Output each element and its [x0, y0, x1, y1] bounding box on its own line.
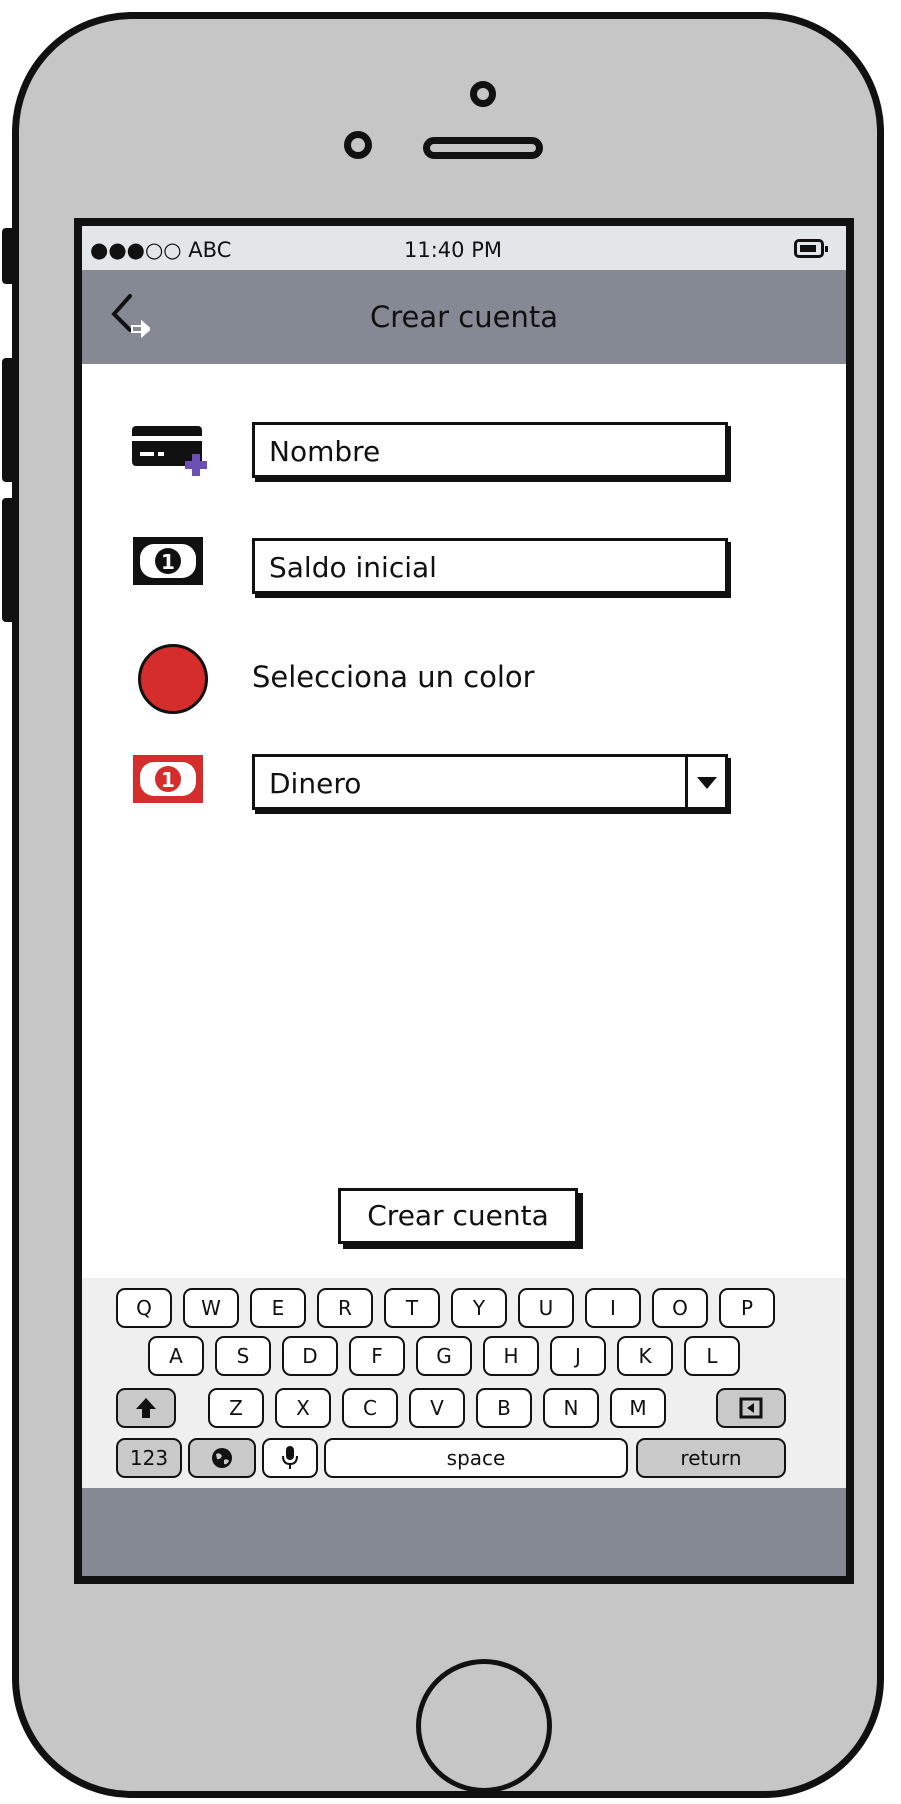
key-o[interactable]: O: [652, 1288, 708, 1328]
keyboard: QWERTYUIOP ASDFGHJKL ZXCVBNM 123 space r…: [82, 1278, 846, 1488]
return-key[interactable]: return: [636, 1438, 786, 1478]
key-e[interactable]: E: [250, 1288, 306, 1328]
key-t[interactable]: T: [384, 1288, 440, 1328]
key-w[interactable]: W: [183, 1288, 239, 1328]
shift-arrow-icon: [136, 1398, 156, 1418]
page-title: Crear cuenta: [370, 300, 558, 334]
key-g[interactable]: G: [416, 1336, 472, 1376]
color-picker-label: Selecciona un color: [252, 660, 535, 694]
backspace-icon: [739, 1397, 763, 1419]
nav-bar: Crear cuenta: [82, 270, 846, 364]
color-picker-swatch[interactable]: [138, 644, 208, 714]
key-y[interactable]: Y: [451, 1288, 507, 1328]
bottom-bar: [82, 1488, 846, 1576]
proximity-sensor: [344, 131, 372, 159]
backspace-key[interactable]: [716, 1388, 786, 1428]
volume-up-button: [2, 358, 16, 482]
currency-selected-value: Dinero: [269, 767, 362, 800]
key-n[interactable]: N: [543, 1388, 599, 1428]
mic-icon: [282, 1446, 298, 1469]
volume-down-button: [2, 498, 16, 622]
app-screen: ●●●○○ ABC 11:40 PM Crear cuenta Nombre 1…: [74, 218, 854, 1584]
clock: 11:40 PM: [404, 238, 502, 262]
dropdown-arrow-icon[interactable]: [685, 757, 725, 807]
key-h[interactable]: H: [483, 1336, 539, 1376]
key-s[interactable]: S: [215, 1336, 271, 1376]
initial-balance-placeholder: Saldo inicial: [269, 551, 437, 584]
carrier-label: ●●●○○ ABC: [90, 238, 232, 262]
account-name-placeholder: Nombre: [269, 435, 381, 468]
key-k[interactable]: K: [617, 1336, 673, 1376]
front-camera: [470, 81, 496, 107]
key-m[interactable]: M: [610, 1388, 666, 1428]
account-name-input[interactable]: Nombre: [252, 422, 728, 478]
credit-card-plus-icon: [132, 426, 207, 476]
create-account-button[interactable]: Crear cuenta: [338, 1188, 578, 1244]
key-a[interactable]: A: [148, 1336, 204, 1376]
currency-dropdown[interactable]: Dinero: [252, 754, 728, 810]
key-j[interactable]: J: [550, 1336, 606, 1376]
battery-icon: [794, 239, 828, 258]
key-d[interactable]: D: [282, 1336, 338, 1376]
earpiece-speaker: [423, 137, 543, 159]
key-r[interactable]: R: [317, 1288, 373, 1328]
space-key[interactable]: space: [324, 1438, 628, 1478]
key-b[interactable]: B: [476, 1388, 532, 1428]
banknote-icon: 1: [133, 537, 203, 585]
mute-switch: [2, 228, 16, 284]
key-q[interactable]: Q: [116, 1288, 172, 1328]
status-bar: ●●●○○ ABC 11:40 PM: [82, 226, 846, 270]
key-z[interactable]: Z: [208, 1388, 264, 1428]
mic-key[interactable]: [262, 1438, 318, 1478]
key-c[interactable]: C: [342, 1388, 398, 1428]
red-banknote-icon: 1: [133, 755, 203, 803]
initial-balance-input[interactable]: Saldo inicial: [252, 538, 728, 594]
numbers-key[interactable]: 123: [116, 1438, 182, 1478]
key-l[interactable]: L: [684, 1336, 740, 1376]
key-x[interactable]: X: [275, 1388, 331, 1428]
key-i[interactable]: I: [585, 1288, 641, 1328]
key-f[interactable]: F: [349, 1336, 405, 1376]
svg-text:1: 1: [161, 768, 175, 792]
key-u[interactable]: U: [518, 1288, 574, 1328]
home-button[interactable]: [416, 1659, 552, 1793]
shift-key[interactable]: [116, 1388, 176, 1428]
globe-icon: [212, 1448, 232, 1468]
svg-text:1: 1: [161, 550, 175, 574]
key-v[interactable]: V: [409, 1388, 465, 1428]
globe-key[interactable]: [188, 1438, 256, 1478]
key-p[interactable]: P: [719, 1288, 775, 1328]
